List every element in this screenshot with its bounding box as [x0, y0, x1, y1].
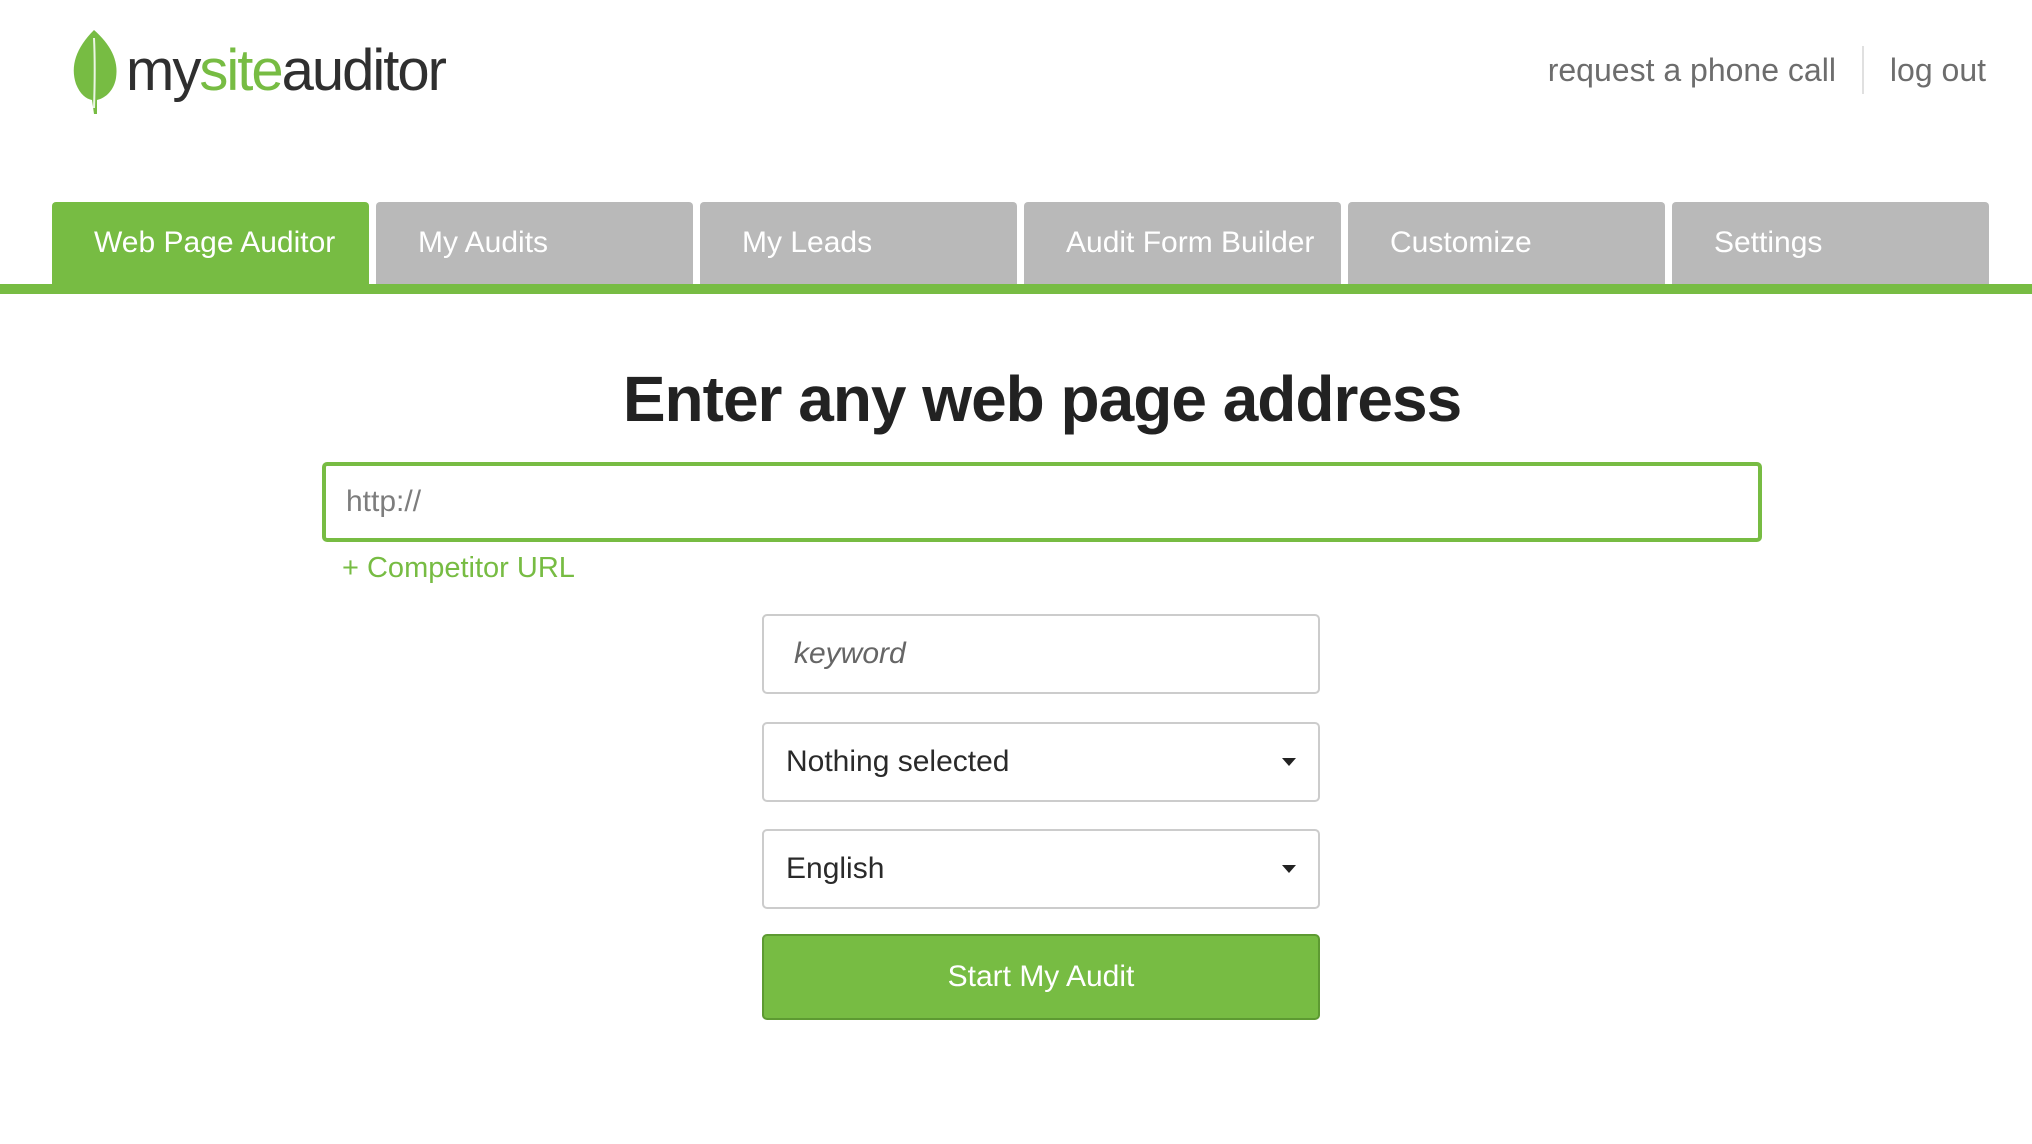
leaf-icon	[73, 30, 117, 114]
page-title: Enter any web page address	[622, 363, 1462, 435]
tab-underline-bar	[0, 284, 2032, 294]
start-my-audit-button[interactable]: Start My Audit	[762, 934, 1320, 1020]
nothing-selected-dropdown[interactable]: Nothing selected	[762, 722, 1320, 802]
keyword-input[interactable]	[762, 614, 1320, 694]
url-input[interactable]	[322, 462, 1762, 542]
tab-customize[interactable]: Customize	[1348, 202, 1665, 284]
tab-my-audits[interactable]: My Audits	[376, 202, 693, 284]
tab-audit-form-builder[interactable]: Audit Form Builder	[1024, 202, 1341, 284]
caret-down-icon	[1282, 865, 1296, 873]
request-phone-call-link[interactable]: request a phone call	[1548, 52, 1836, 89]
logo-text-my: my	[126, 38, 201, 103]
top-links: request a phone call log out	[1548, 44, 1986, 96]
nothing-selected-value: Nothing selected	[786, 745, 1010, 778]
page: mysiteauditor request a phone call log o…	[0, 0, 2032, 1144]
tab-settings[interactable]: Settings	[1672, 202, 1989, 284]
top-links-divider	[1861, 46, 1864, 94]
tab-web-page-auditor[interactable]: Web Page Auditor	[52, 202, 369, 284]
logo[interactable]: mysiteauditor	[68, 26, 447, 116]
caret-down-icon	[1282, 758, 1296, 766]
logo-text-auditor: auditor	[281, 38, 447, 103]
add-competitor-url-link[interactable]: + Competitor URL	[342, 552, 575, 585]
tab-my-leads[interactable]: My Leads	[700, 202, 1017, 284]
language-value: English	[786, 852, 885, 885]
logo-text-site: site	[199, 38, 283, 103]
language-dropdown[interactable]: English	[762, 829, 1320, 909]
main-tabs: Web Page Auditor My Audits My Leads Audi…	[52, 202, 1989, 284]
logo-text: mysiteauditor	[126, 42, 447, 100]
log-out-link[interactable]: log out	[1890, 52, 1986, 89]
